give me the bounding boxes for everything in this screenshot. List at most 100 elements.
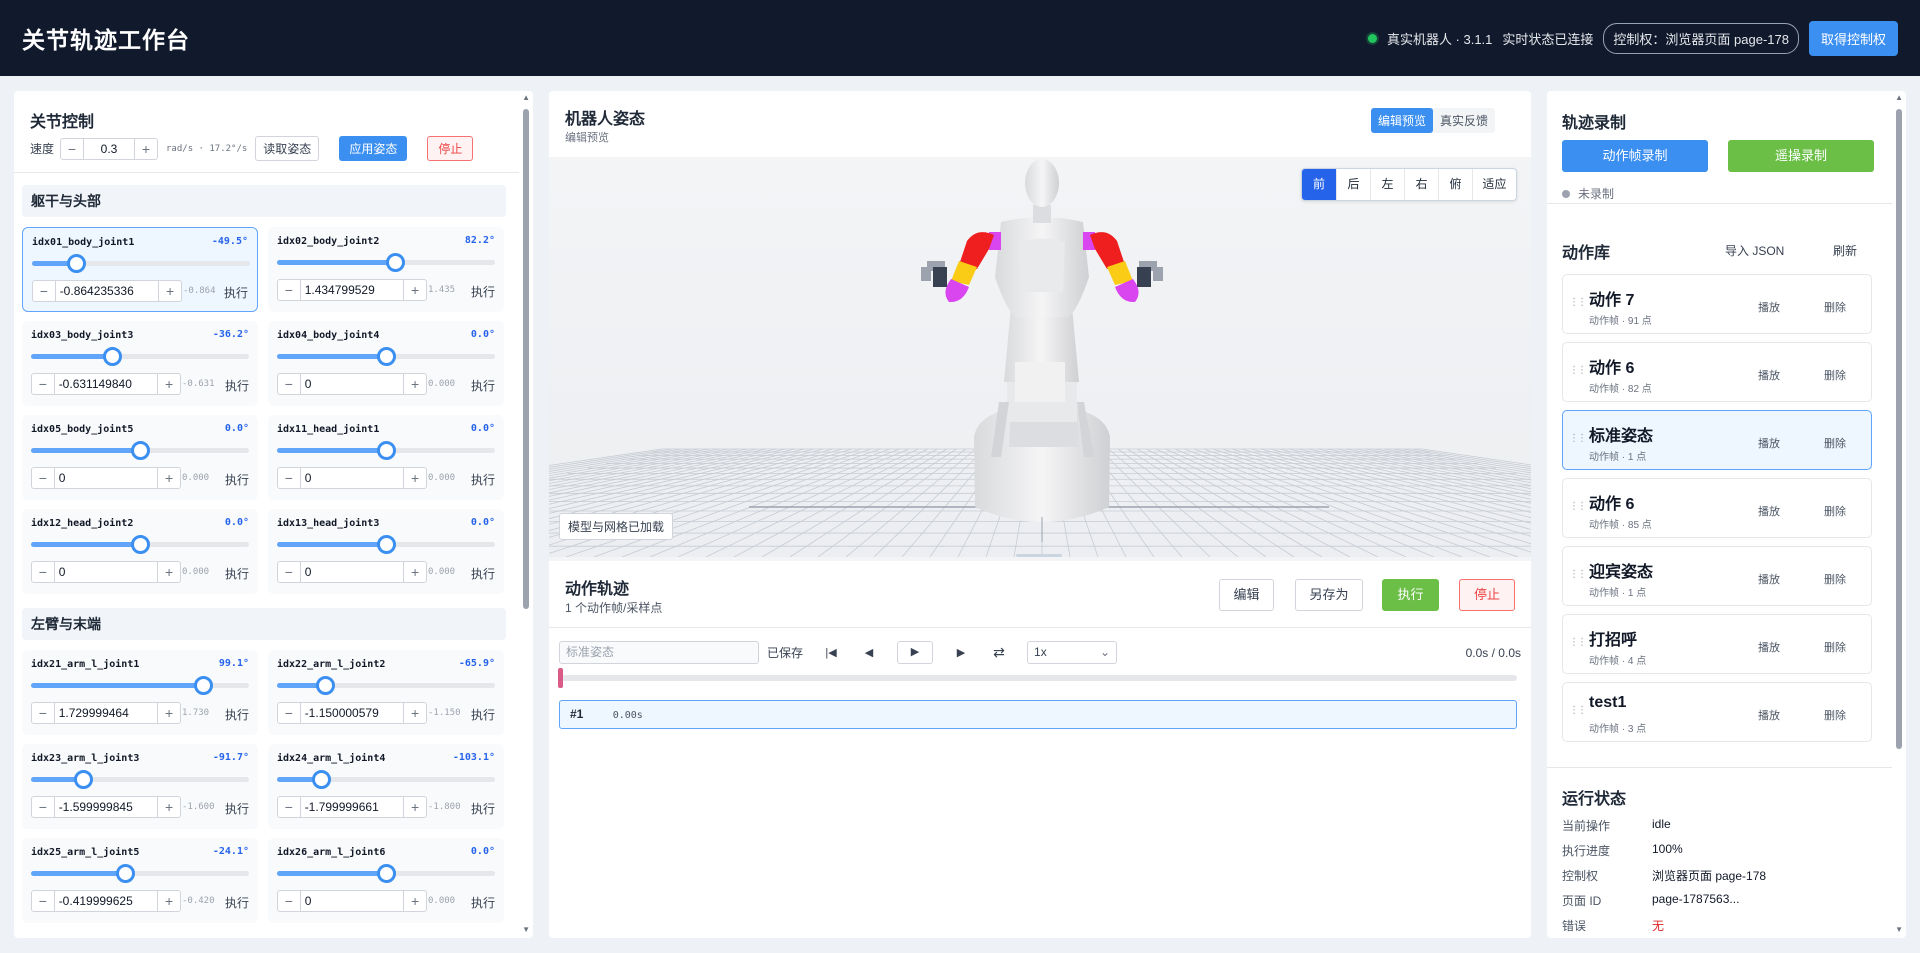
action-item[interactable]: ⋮⋮ test1 动作帧 · 3 点 播放 删除 [1562,682,1872,742]
minus-icon[interactable]: − [32,468,54,488]
joint-stepper[interactable]: − 0 + [31,561,181,583]
skip-start-icon[interactable]: |◀ [821,646,841,659]
read-pose-button[interactable]: 读取姿态 [255,136,320,161]
slider-knob[interactable] [377,864,396,883]
joint-slider[interactable] [277,347,495,366]
take-control-button[interactable]: 取得控制权 [1808,20,1898,56]
joint-slider[interactable] [32,254,250,273]
slider-knob[interactable] [377,347,396,366]
view-front-button[interactable]: 前 [1302,169,1336,200]
view-left-button[interactable]: 左 [1370,169,1404,200]
execute-joint-button[interactable]: 执行 [471,565,495,582]
joint-stepper[interactable]: − -1.150000579 + [277,702,427,724]
plus-icon[interactable]: + [158,891,180,911]
plus-icon[interactable]: + [404,797,426,817]
minus-icon[interactable]: − [278,797,300,817]
joint-input[interactable]: 0 [53,468,159,488]
plus-icon[interactable]: + [158,562,180,582]
trajectory-name-input[interactable]: 标准姿态 [559,641,759,664]
minus-icon[interactable]: − [278,562,300,582]
joint-stepper[interactable]: − 0 + [277,373,427,395]
view-fit-button[interactable]: 适应 [1472,169,1516,200]
slider-knob[interactable] [385,253,405,272]
plus-icon[interactable]: + [404,891,426,911]
delete-action-button[interactable]: 删除 [1824,367,1846,383]
joint-input[interactable]: 1.729999464 [53,703,159,723]
joint-slider[interactable] [31,864,249,883]
execute-joint-button[interactable]: 执行 [225,894,249,911]
joint-stepper[interactable]: − 1.729999464 + [31,702,181,724]
plus-icon[interactable]: + [404,468,426,488]
joint-input[interactable]: 0 [299,374,405,394]
slider-knob[interactable] [311,770,331,789]
slider-knob[interactable] [131,535,150,554]
drag-handle-icon[interactable]: ⋮⋮ [1569,365,1587,376]
play-action-button[interactable]: 播放 [1758,367,1780,383]
joint-slider[interactable] [277,676,495,695]
minus-icon[interactable]: − [32,891,54,911]
play-action-button[interactable]: 播放 [1758,503,1780,519]
joint-stepper[interactable]: − -1.599999845 + [31,796,181,818]
drag-handle-icon[interactable]: ⋮⋮ [1569,433,1587,444]
joint-slider[interactable] [277,441,495,460]
joint-stepper[interactable]: − -1.799999661 + [277,796,427,818]
joint-slider[interactable] [277,770,495,789]
slider-knob[interactable] [194,676,214,695]
joint-input[interactable]: -0.631149840 [53,374,159,394]
loop-icon[interactable]: ⇄ [989,644,1009,661]
joint-input[interactable]: 0 [299,468,405,488]
mode-toggle[interactable]: 编辑预览 真实反馈 [1371,108,1496,133]
execute-joint-button[interactable]: 执行 [225,706,249,723]
execute-joint-button[interactable]: 执行 [225,377,249,394]
joint-slider[interactable] [277,535,495,554]
timeline-marker[interactable] [558,668,563,688]
joint-slider[interactable] [31,347,249,366]
joint-input[interactable]: -1.150000579 [299,703,405,723]
joint-slider[interactable] [31,441,249,460]
execute-joint-button[interactable]: 执行 [471,471,495,488]
minus-icon[interactable]: − [278,280,300,300]
plus-icon[interactable]: + [404,703,426,723]
plus-icon[interactable]: + [158,374,180,394]
execute-joint-button[interactable]: 执行 [471,377,495,394]
execute-joint-button[interactable]: 执行 [225,471,249,488]
joint-slider[interactable] [31,676,249,695]
step-back-icon[interactable]: ◀ [859,646,879,659]
speed-stepper[interactable]: − 0.3 + [60,137,159,160]
joint-input[interactable]: -0.419999625 [53,891,159,911]
tab-real-feedback[interactable]: 真实反馈 [1433,108,1495,133]
slider-knob[interactable] [102,347,122,366]
tab-edit-preview[interactable]: 编辑预览 [1371,108,1434,133]
action-item[interactable]: ⋮⋮ 动作 7 动作帧 · 91 点 播放 删除 [1562,274,1872,334]
scrollbar[interactable] [1896,109,1902,749]
joint-slider[interactable] [277,864,495,883]
joint-slider[interactable] [277,253,495,272]
slider-knob[interactable] [377,535,396,554]
joint-input[interactable]: -1.599999845 [53,797,159,817]
joint-stepper[interactable]: − -0.864235336 + [32,280,182,302]
view-buttons[interactable]: 前 后 左 右 俯 适应 [1301,168,1517,201]
scroll-down-icon[interactable]: ▼ [522,925,530,934]
plus-icon[interactable]: + [158,797,180,817]
minus-icon[interactable]: − [32,374,54,394]
joint-stepper[interactable]: − -0.419999625 + [31,890,181,912]
play-action-button[interactable]: 播放 [1758,639,1780,655]
execute-joint-button[interactable]: 执行 [471,894,495,911]
minus-icon[interactable]: − [32,703,54,723]
play-action-button[interactable]: 播放 [1758,435,1780,451]
play-action-button[interactable]: 播放 [1758,299,1780,315]
minus-icon[interactable]: − [32,562,54,582]
joint-stepper[interactable]: − 0 + [31,467,181,489]
play-action-button[interactable]: 播放 [1758,707,1780,723]
minus-icon[interactable]: − [278,468,300,488]
joint-stepper[interactable]: − 0 + [277,467,427,489]
frame-row[interactable]: #1 0.00s [559,700,1517,729]
step-forward-icon[interactable]: ▶ [951,646,971,659]
view-back-button[interactable]: 后 [1336,169,1370,200]
delete-action-button[interactable]: 删除 [1824,639,1846,655]
drag-handle-icon[interactable]: ⋮⋮ [1569,705,1587,716]
action-item[interactable]: ⋮⋮ 动作 6 动作帧 · 85 点 播放 删除 [1562,478,1872,538]
apply-pose-button[interactable]: 应用姿态 [339,136,408,161]
timeline-track[interactable] [558,668,1517,688]
speed-input[interactable]: 0.3 [83,138,136,159]
